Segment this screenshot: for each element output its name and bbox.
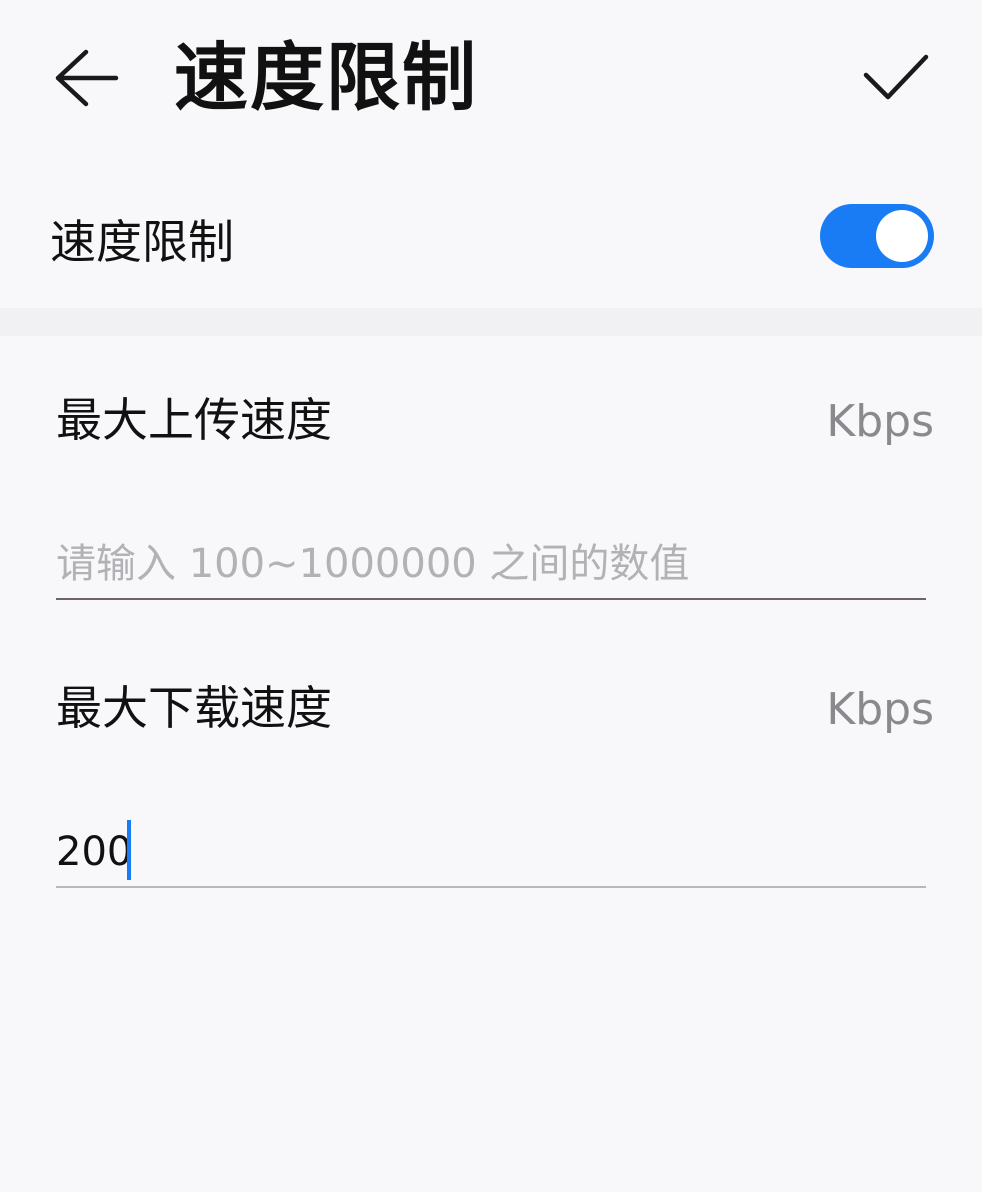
section-divider [0, 308, 982, 336]
download-speed-label: 最大下载速度 [56, 681, 332, 735]
arrow-left-icon [55, 49, 119, 107]
switch-knob [876, 210, 928, 262]
check-icon [863, 54, 929, 100]
speed-limit-switch[interactable] [820, 204, 934, 268]
download-speed-unit: Kbps [826, 684, 934, 735]
speed-limit-toggle-label: 速度限制 [50, 215, 234, 269]
confirm-button[interactable] [856, 40, 936, 116]
upload-speed-unit: Kbps [826, 396, 934, 447]
upload-speed-input[interactable] [56, 530, 926, 600]
app-header: 速度限制 [0, 0, 982, 160]
speed-limit-page: 速度限制 速度限制 最大上传速度 Kbps 最大下载速度 Kbps [0, 0, 982, 1192]
back-button[interactable] [48, 40, 124, 116]
upload-speed-label: 最大上传速度 [56, 393, 332, 447]
speed-limit-toggle-row: 速度限制 [0, 176, 982, 304]
download-speed-input[interactable] [56, 818, 926, 888]
text-cursor [127, 820, 131, 880]
page-title: 速度限制 [174, 35, 478, 121]
